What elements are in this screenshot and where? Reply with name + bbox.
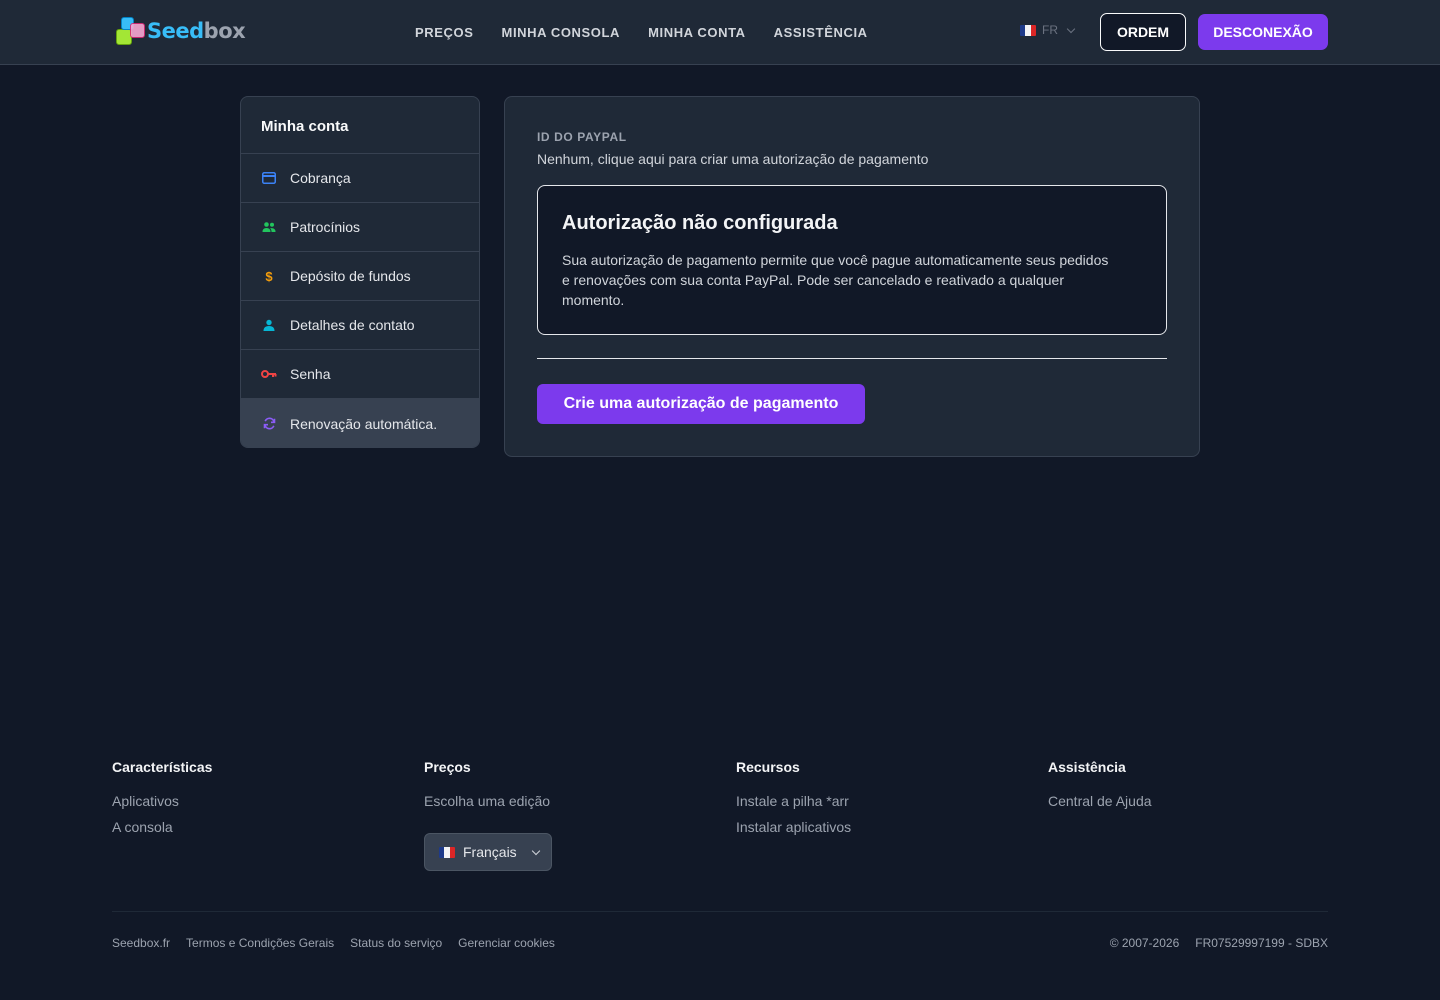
logo-mark-icon — [113, 15, 149, 47]
logout-button[interactable]: DESCONEXÃO — [1198, 14, 1328, 50]
sidebar-item-password[interactable]: Senha — [241, 350, 479, 399]
sidebar-item-auto-renewal[interactable]: Renovação automática. — [241, 399, 479, 447]
top-header: Seedbox PREÇOS MINHA CONSOLA MINHA CONTA… — [0, 0, 1440, 65]
footer-link-arr-stack[interactable]: Instale a pilha *arr — [736, 793, 851, 809]
footer-divider — [112, 911, 1328, 912]
notice-title: Autorização não configurada — [562, 212, 838, 234]
footer-heading: Características — [112, 759, 213, 775]
france-flag-icon — [439, 846, 455, 858]
nav-prices[interactable]: PREÇOS — [415, 25, 474, 40]
paypal-id-value[interactable]: Nenhum, clique aqui para criar uma autor… — [537, 151, 928, 167]
footer-link-seedbox-fr[interactable]: Seedbox.fr — [112, 936, 170, 950]
footer-link-console[interactable]: A consola — [112, 819, 212, 835]
nav-my-console[interactable]: MINHA CONSOLA — [502, 25, 621, 40]
footer-link-service-status[interactable]: Status do serviço — [350, 936, 442, 950]
chevron-down-icon — [531, 846, 540, 855]
footer-link-terms[interactable]: Termos e Condições Gerais — [186, 936, 334, 950]
authorization-notice: Autorização não configurada Sua autoriza… — [537, 185, 1167, 335]
credit-card-icon — [261, 170, 277, 186]
copyright: © 2007-2026 — [1109, 936, 1180, 950]
paypal-id-label: ID DO PAYPAL — [537, 130, 627, 144]
language-selector[interactable]: FR — [1020, 23, 1076, 37]
seedbox-logo[interactable]: Seedbox — [113, 15, 246, 47]
logo-text: Seedbox — [147, 19, 246, 43]
footer-language-select[interactable]: Français — [424, 833, 552, 871]
sidebar-title: Minha conta — [241, 97, 479, 154]
nav-support[interactable]: ASSISTÊNCIA — [774, 25, 868, 40]
sidebar-item-contact-details[interactable]: Detalhes de contato — [241, 301, 479, 350]
france-flag-icon — [1020, 24, 1036, 36]
footer-column-features: Características Aplicativos A consola — [112, 759, 212, 845]
refresh-icon — [261, 416, 277, 432]
dollar-icon: $ — [265, 268, 273, 284]
key-icon — [261, 366, 277, 382]
footer-column-support: Assistência Central de Ajuda — [1048, 759, 1152, 819]
language-code: FR — [1042, 23, 1058, 37]
sidebar-item-billing[interactable]: Cobrança — [241, 154, 479, 203]
footer-heading: Preços — [424, 759, 471, 775]
language-select-value: Français — [463, 844, 517, 860]
sidebar-item-deposit[interactable]: $ Depósito de fundos — [241, 252, 479, 301]
company-registration: FR07529997199 - SDBX — [1195, 936, 1328, 950]
divider — [537, 358, 1167, 359]
sidebar-item-label: Patrocínios — [290, 219, 361, 235]
footer-column-resources: Recursos Instale a pilha *arr Instalar a… — [736, 759, 851, 845]
footer-heading: Recursos — [736, 759, 800, 775]
notice-text: Sua autorização de pagamento permite que… — [562, 252, 1109, 308]
footer-legal: © 2007-2026 FR07529997199 - SDBX — [1110, 936, 1328, 950]
nav-my-account[interactable]: MINHA CONTA — [648, 25, 746, 40]
sidebar-item-label: Senha — [290, 366, 331, 382]
main-nav: PREÇOS MINHA CONSOLA MINHA CONTA ASSISTÊ… — [415, 0, 868, 64]
footer-bottom-links: Seedbox.fr Termos e Condições Gerais Sta… — [112, 936, 555, 950]
users-icon — [261, 219, 277, 235]
footer-link-choose-edition[interactable]: Escolha uma edição — [424, 793, 550, 809]
create-authorization-button[interactable]: Crie uma autorização de pagamento — [537, 384, 865, 424]
auto-renewal-card: ID DO PAYPAL Nenhum, clique aqui para cr… — [504, 96, 1200, 457]
sidebar-item-label: Detalhes de contato — [290, 317, 415, 333]
footer-link-install-apps[interactable]: Instalar aplicativos — [736, 819, 851, 835]
order-button[interactable]: ORDEM — [1100, 13, 1186, 51]
footer-link-manage-cookies[interactable]: Gerenciar cookies — [458, 936, 555, 950]
chevron-down-icon — [1066, 24, 1076, 33]
footer-link-help-center[interactable]: Central de Ajuda — [1048, 793, 1152, 809]
user-icon — [261, 317, 277, 333]
footer-link-apps[interactable]: Aplicativos — [112, 793, 212, 809]
sidebar-item-label: Depósito de fundos — [290, 268, 411, 284]
sidebar-item-sponsorships[interactable]: Patrocínios — [241, 203, 479, 252]
footer-heading: Assistência — [1048, 759, 1126, 775]
sidebar-item-label: Cobrança — [290, 170, 351, 186]
footer-column-prices: Preços Escolha uma edição — [424, 759, 550, 819]
sidebar-item-label: Renovação automática. — [290, 415, 438, 432]
account-sidebar: Minha conta Cobrança Patrocínios $ Depós… — [240, 96, 480, 448]
